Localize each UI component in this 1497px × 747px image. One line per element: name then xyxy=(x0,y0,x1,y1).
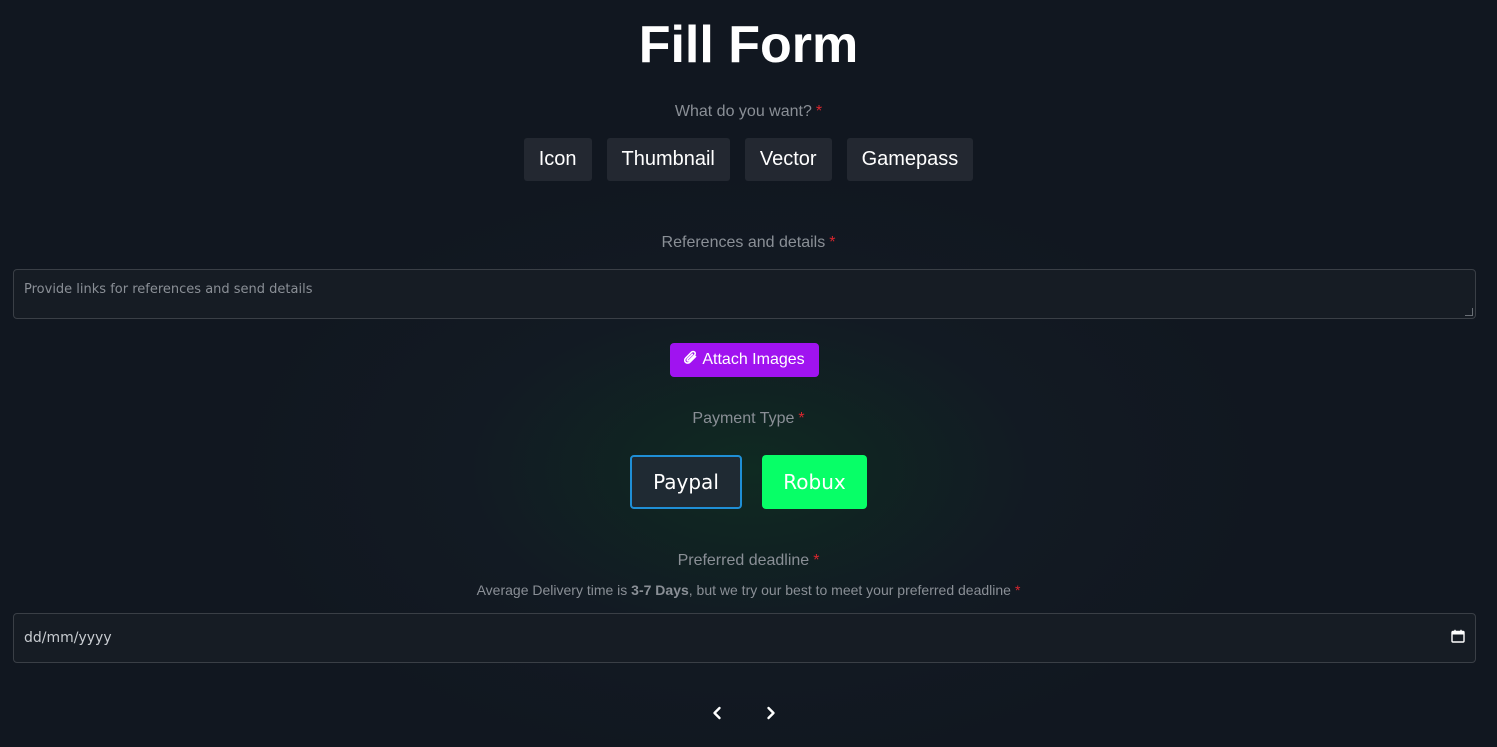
delivery-note: Average Delivery time is 3-7 Days, but w… xyxy=(0,582,1497,598)
paypal-button[interactable]: Paypal xyxy=(630,455,742,509)
payment-label-text: Payment Type xyxy=(692,410,795,427)
previous-button[interactable] xyxy=(707,705,727,725)
required-mark: * xyxy=(815,103,823,120)
deadline-date-input[interactable]: dd/mm/yyyy xyxy=(13,613,1476,663)
chevron-left-icon xyxy=(711,706,723,725)
delivery-note-suffix: , but we try our best to meet your prefe… xyxy=(688,582,1011,598)
deadline-label: Preferred deadline * xyxy=(0,552,1497,570)
attach-images-button[interactable]: Attach Images xyxy=(670,343,819,377)
delivery-note-prefix: Average Delivery time is xyxy=(476,582,628,598)
chevron-right-icon xyxy=(765,706,777,725)
form-page: Fill Form What do you want? * Icon Thumbn… xyxy=(0,0,1497,747)
delivery-time: 3-7 Days xyxy=(631,582,689,598)
required-mark: * xyxy=(798,410,805,427)
calendar-icon[interactable] xyxy=(1451,629,1465,647)
option-gamepass-button[interactable]: Gamepass xyxy=(846,138,974,181)
want-label: What do you want? * xyxy=(0,103,1497,121)
references-label-text: References and details xyxy=(661,234,826,251)
required-mark: * xyxy=(829,234,836,251)
option-thumbnail-button[interactable]: Thumbnail xyxy=(606,138,730,181)
required-mark: * xyxy=(813,552,820,569)
robux-button[interactable]: Robux xyxy=(762,455,867,509)
date-placeholder: dd/mm/yyyy xyxy=(24,630,112,646)
page-title: Fill Form xyxy=(638,16,859,74)
deadline-label-text: Preferred deadline xyxy=(677,552,810,569)
payment-label: Payment Type * xyxy=(0,410,1497,428)
want-label-text: What do you want? xyxy=(674,103,812,120)
required-mark: * xyxy=(1014,582,1021,598)
option-icon-button[interactable]: Icon xyxy=(523,138,592,181)
paperclip-icon xyxy=(684,350,698,370)
next-button[interactable] xyxy=(761,705,781,725)
references-textarea[interactable] xyxy=(13,269,1476,319)
references-label: References and details * xyxy=(0,234,1497,252)
attach-images-label: Attach Images xyxy=(702,351,805,368)
payment-options: Paypal Robux xyxy=(0,455,1497,509)
option-vector-button[interactable]: Vector xyxy=(744,138,832,181)
want-options: Icon Thumbnail Vector Gamepass xyxy=(0,138,1497,181)
